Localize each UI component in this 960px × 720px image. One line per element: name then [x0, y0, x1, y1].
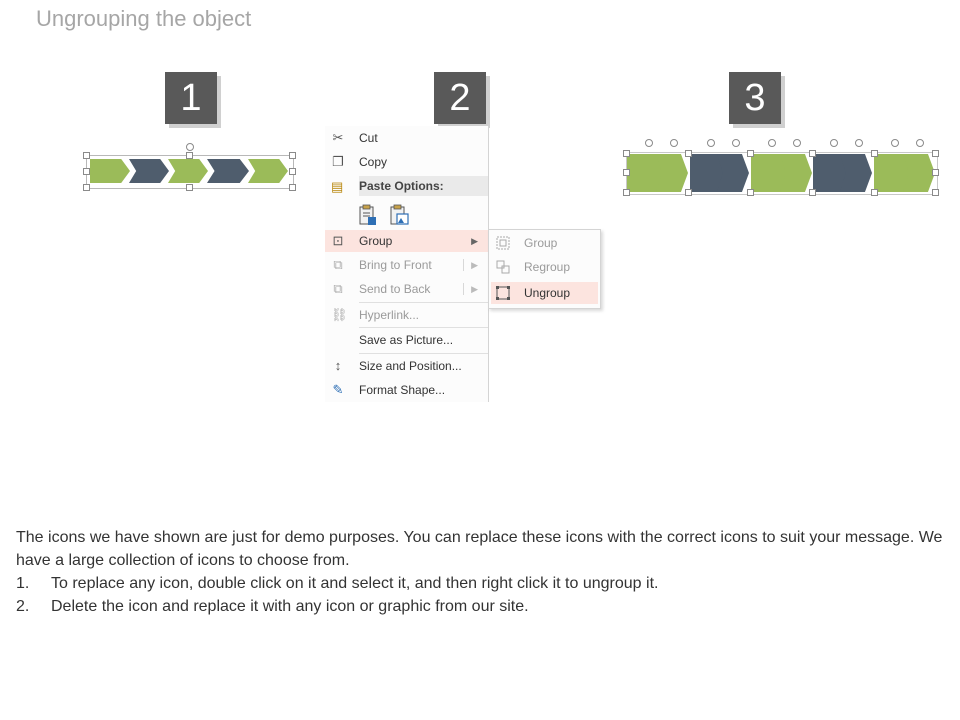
ungroup-icon [496, 286, 510, 300]
resize-handle[interactable] [186, 184, 193, 191]
paste-picture-icon[interactable] [389, 204, 409, 226]
resize-handle[interactable] [83, 152, 90, 159]
paste-options-header: Paste Options: [359, 176, 488, 196]
resize-handle[interactable] [289, 152, 296, 159]
menu-item-send-to-back[interactable]: ⧉ Send to Back ▶ [325, 278, 488, 300]
resize-handle[interactable] [685, 189, 692, 196]
resize-handle[interactable] [623, 189, 630, 196]
menu-item-label: Save as Picture... [359, 333, 454, 347]
rotate-handle[interactable] [768, 139, 776, 147]
group-submenu: Group Regroup Ungroup [488, 229, 601, 309]
copy-icon: ❐ [332, 154, 344, 169]
resize-handle[interactable] [289, 184, 296, 191]
menu-item-label: Hyperlink... [359, 308, 420, 322]
rotate-handle[interactable] [732, 139, 740, 147]
instructions-intro: The icons we have shown are just for dem… [16, 529, 943, 569]
rotate-handle[interactable] [670, 139, 678, 147]
menu-item-label: Size and Position... [359, 359, 462, 373]
rotate-handle[interactable] [186, 143, 194, 151]
rotate-handle[interactable] [707, 139, 715, 147]
rotate-handle[interactable] [793, 139, 801, 147]
context-menu: ✂ Cut ❐ Copy Paste Options: ▤ ⊡ Group ▶ … [325, 126, 489, 402]
resize-handle[interactable] [871, 150, 878, 157]
step-text: Delete the icon and replace it with any … [51, 598, 529, 615]
step-badge-1: 1 [165, 72, 217, 124]
submenu-item-label: Ungroup [524, 286, 571, 300]
rotate-handle[interactable] [891, 139, 899, 147]
paste-keep-formatting-icon[interactable] [358, 204, 378, 226]
bring-to-front-icon: ⧉ [333, 257, 343, 272]
step-badge-2: 2 [434, 72, 486, 124]
rotate-handle[interactable] [645, 139, 653, 147]
menu-item-label: Send to Back [359, 282, 431, 296]
menu-separator [359, 353, 488, 354]
menu-separator [359, 327, 488, 328]
resize-handle[interactable] [186, 152, 193, 159]
submenu-item-label: Regroup [524, 260, 571, 274]
menu-item-format-shape[interactable]: ✎ Format Shape... [325, 379, 488, 401]
regroup-icon [496, 260, 510, 274]
menu-item-group[interactable]: ⊡ Group ▶ [325, 230, 488, 252]
submenu-item-group[interactable]: Group [491, 232, 598, 254]
size-position-icon: ↕ [334, 358, 342, 373]
step-badge-3: 3 [729, 72, 781, 124]
menu-item-label: Copy [359, 155, 388, 169]
hyperlink-icon: ⛓ [331, 307, 348, 322]
group-icon: ⊡ [332, 233, 344, 248]
menu-item-bring-to-front[interactable]: ⧉ Bring to Front ▶ [325, 254, 488, 276]
step-number: 2. [16, 598, 30, 615]
submenu-arrow-icon: ▶ [471, 236, 478, 246]
menu-item-label: Format Shape... [359, 383, 446, 397]
rotate-handle[interactable] [830, 139, 838, 147]
resize-handle[interactable] [289, 168, 296, 175]
paste-options-label: Paste Options: [359, 179, 444, 193]
scissors-icon: ✂ [332, 130, 344, 145]
rotate-handle[interactable] [855, 139, 863, 147]
instructions-text: The icons we have shown are just for dem… [16, 526, 946, 618]
resize-handle[interactable] [747, 150, 754, 157]
send-to-back-icon: ⧉ [333, 281, 343, 296]
resize-handle[interactable] [932, 150, 939, 157]
resize-handle[interactable] [623, 150, 630, 157]
menu-item-cut[interactable]: ✂ Cut [325, 127, 488, 149]
split-divider [463, 283, 464, 295]
resize-handle[interactable] [809, 150, 816, 157]
resize-handle[interactable] [83, 184, 90, 191]
menu-item-size-and-position[interactable]: ↕ Size and Position... [325, 355, 488, 377]
submenu-arrow-icon: ▶ [471, 284, 478, 294]
instruction-step: 1. To replace any icon, double click on … [16, 572, 946, 595]
resize-handle[interactable] [932, 189, 939, 196]
resize-handle[interactable] [809, 189, 816, 196]
submenu-item-regroup[interactable]: Regroup [491, 256, 598, 278]
step-number: 1. [16, 575, 30, 592]
resize-handle[interactable] [83, 168, 90, 175]
paste-icon: ▤ [331, 179, 344, 194]
page-title: Ungrouping the object [36, 6, 252, 31]
resize-handle[interactable] [871, 189, 878, 196]
menu-item-copy[interactable]: ❐ Copy [325, 151, 488, 173]
resize-handle[interactable] [747, 189, 754, 196]
menu-item-label: Cut [359, 131, 378, 145]
menu-separator [359, 302, 488, 303]
instruction-step: 2. Delete the icon and replace it with a… [16, 595, 946, 618]
resize-handle[interactable] [623, 169, 630, 176]
menu-item-save-as-picture[interactable]: Save as Picture... [325, 329, 488, 351]
submenu-item-ungroup[interactable]: Ungroup [491, 282, 598, 304]
submenu-item-label: Group [524, 236, 558, 250]
format-shape-icon: ✎ [332, 382, 344, 397]
step-text: To replace any icon, double click on it … [51, 575, 659, 592]
submenu-arrow-icon: ▶ [471, 260, 478, 270]
resize-handle[interactable] [685, 150, 692, 157]
menu-item-label: Group [359, 234, 393, 248]
rotate-handle[interactable] [916, 139, 924, 147]
split-divider [463, 259, 464, 271]
group-icon [496, 236, 510, 250]
menu-item-label: Bring to Front [359, 258, 432, 272]
menu-item-hyperlink[interactable]: ⛓ Hyperlink... [325, 304, 488, 326]
resize-handle[interactable] [932, 169, 939, 176]
